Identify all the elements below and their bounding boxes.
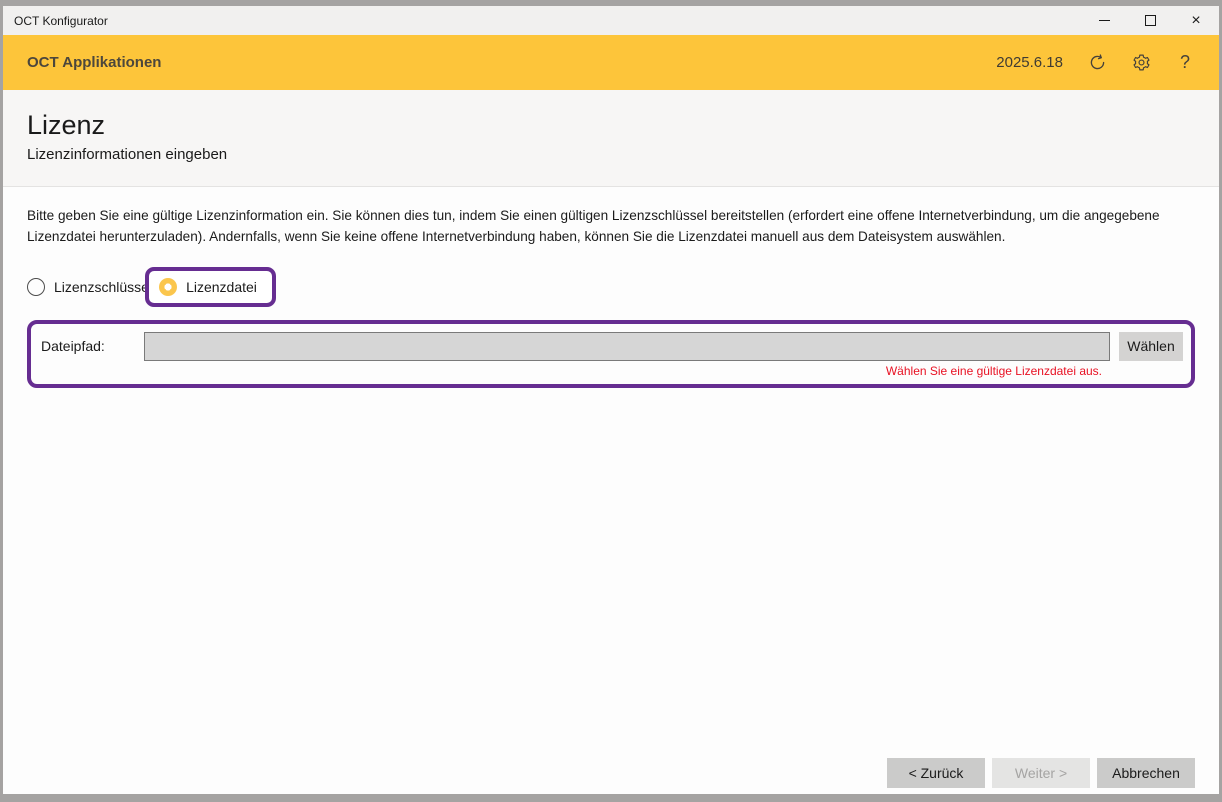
file-path-label: Dateipfad:: [41, 338, 144, 354]
window-controls: ×: [1081, 6, 1219, 35]
file-path-highlight-box: Dateipfad: Wählen Wählen Sie eine gültig…: [27, 320, 1195, 388]
close-icon: ×: [1191, 13, 1200, 29]
file-path-input[interactable]: [144, 332, 1110, 361]
refresh-icon[interactable]: [1087, 53, 1107, 73]
next-button[interactable]: Weiter >: [992, 758, 1090, 788]
maximize-icon: [1145, 15, 1156, 26]
version-label: 2025.6.18: [996, 54, 1063, 71]
minimize-icon: [1099, 20, 1110, 21]
license-type-radio-group: Lizenzschlüssel Lizenzdatei: [27, 267, 1195, 307]
license-description: Bitte geben Sie eine gültige Lizenzinfor…: [27, 205, 1195, 247]
page-title: Lizenz: [27, 109, 1195, 141]
radio-lizenzschluessel-label: Lizenzschlüssel: [54, 279, 152, 295]
app-window: OCT Konfigurator × OCT Applikationen 202…: [0, 0, 1222, 802]
settings-gear-icon[interactable]: [1131, 53, 1151, 73]
page-subtitle: Lizenzinformationen eingeben: [27, 146, 1195, 163]
file-path-row: Dateipfad: Wählen: [41, 332, 1183, 361]
choose-file-button[interactable]: Wählen: [1119, 332, 1183, 361]
radio-lizenzschluessel[interactable]: Lizenzschlüssel: [27, 278, 152, 296]
back-button[interactable]: < Zurück: [887, 758, 985, 788]
app-title: OCT Applikationen: [27, 54, 996, 71]
cancel-button[interactable]: Abbrechen: [1097, 758, 1195, 788]
help-icon[interactable]: ?: [1175, 53, 1195, 73]
radio-lizenzdatei-label: Lizenzdatei: [186, 279, 257, 295]
title-bar: OCT Konfigurator ×: [3, 6, 1219, 35]
wizard-footer: < Zurück Weiter > Abbrechen: [887, 758, 1195, 788]
maximize-button[interactable]: [1127, 6, 1173, 35]
radio-unselected-icon: [27, 278, 45, 296]
app-header-actions: 2025.6.18 ?: [996, 53, 1195, 73]
radio-lizenzdatei-focus-box[interactable]: Lizenzdatei: [145, 267, 276, 307]
window-title: OCT Konfigurator: [3, 14, 1081, 28]
radio-selected-icon: [159, 278, 177, 296]
minimize-button[interactable]: [1081, 6, 1127, 35]
page-content: Bitte geben Sie eine gültige Lizenzinfor…: [3, 205, 1219, 387]
page-header: Lizenz Lizenzinformationen eingeben: [3, 90, 1219, 187]
app-header-bar: OCT Applikationen 2025.6.18 ?: [3, 35, 1219, 90]
file-path-error-message: Wählen Sie eine gültige Lizenzdatei aus.: [41, 361, 1183, 381]
close-button[interactable]: ×: [1173, 6, 1219, 35]
